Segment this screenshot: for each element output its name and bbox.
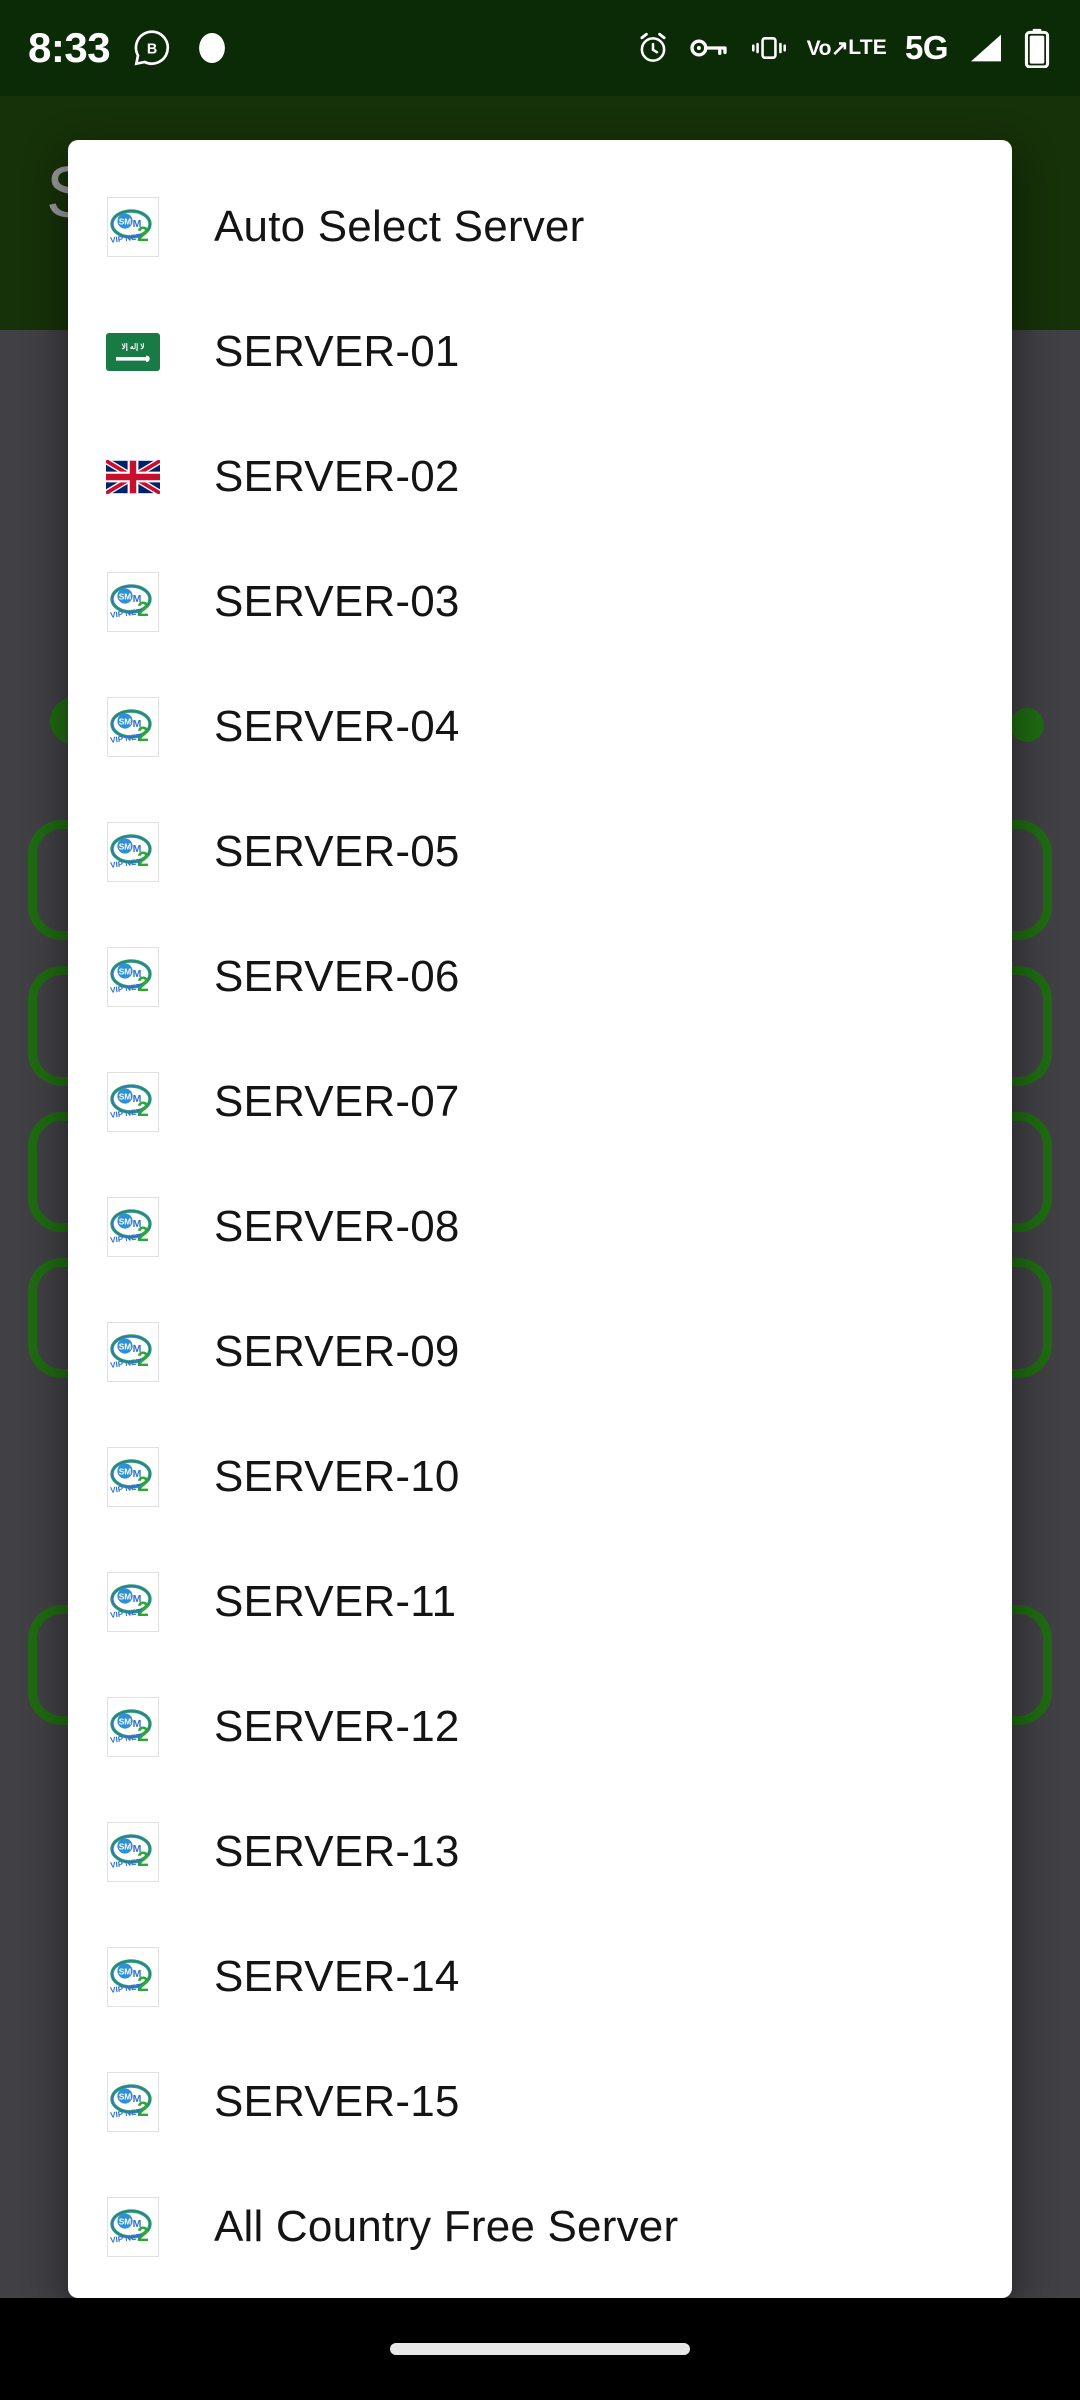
server-list-item-label: SERVER-02 [214,451,460,501]
status-bar-right: Vo↗ LTE 5G [635,28,1050,68]
phone-screen: S 8:33 B [0,0,1080,2400]
server-list-item-label: SERVER-10 [214,1451,460,1501]
volte-line-1: Vo [806,36,832,60]
server-list-item[interactable]: All Country Free Server [68,2164,1012,2289]
saudi-arabia-flag-icon [106,321,160,383]
server-list-item[interactable]: SERVER-06 [68,914,1012,1039]
signal-bars-icon [966,31,1006,65]
sm-vip-net-logo-icon [106,1696,160,1758]
sm-vip-net-logo-icon [106,696,160,758]
server-list-item[interactable]: SERVER-03 [68,539,1012,664]
server-list-item-label: SERVER-14 [214,1951,460,2001]
sm-vip-net-logo-icon [106,946,160,1008]
volte-line-2: LTE [848,36,887,59]
server-list-item-label: SERVER-04 [214,701,460,751]
svg-text:B: B [147,42,157,58]
sm-vip-net-logo-icon [106,821,160,883]
home-gesture-pill[interactable] [390,2343,690,2355]
server-list-item-label: SERVER-13 [214,1826,460,1876]
server-list-item-label: SERVER-09 [214,1326,460,1376]
network-5g-icon: 5G [904,29,949,66]
server-list-item-label: SERVER-12 [214,1701,460,1751]
sm-vip-net-logo-icon [106,2196,160,2258]
server-list-item[interactable]: SERVER-13 [68,1789,1012,1914]
server-list-item[interactable]: SERVER-02 [68,414,1012,539]
battery-icon [1024,28,1050,68]
server-list-item[interactable]: SERVER-12 [68,1664,1012,1789]
sm-vip-net-logo-icon [106,1321,160,1383]
server-list-item-label: SERVER-11 [214,1576,457,1626]
decoration-dot [1010,708,1044,742]
server-list-item[interactable]: SERVER-08 [68,1164,1012,1289]
sm-vip-net-logo-icon [106,1071,160,1133]
sm-vip-net-logo-icon [106,571,160,633]
volte-icon: Vo↗ LTE [806,36,887,60]
server-list-item[interactable]: SERVER-01 [68,289,1012,414]
server-list-item[interactable]: SERVER-14 [68,1914,1012,2039]
server-list-item[interactable]: SERVER-15 [68,2039,1012,2164]
server-list-item[interactable]: SERVER-05 [68,789,1012,914]
server-list-item-label: SERVER-15 [214,2076,460,2126]
status-bar: 8:33 B Vo↗ LTE 5G [0,0,1080,96]
sm-vip-net-logo-icon [106,1946,160,2008]
sm-vip-net-logo-icon [106,1571,160,1633]
status-bar-left: 8:33 B [28,24,230,72]
united-kingdom-flag-icon [106,446,160,508]
vpn-key-icon [689,33,731,63]
server-list[interactable]: Auto Select Server SERVER-01 SERVER-02 SERV… [68,140,1012,2289]
server-list-item-label: All Country Free Server [214,2201,679,2251]
sm-vip-net-logo-icon [106,196,160,258]
server-list-item-label: SERVER-07 [214,1076,460,1126]
server-select-dialog[interactable]: Auto Select Server SERVER-01 SERVER-02 SERV… [68,140,1012,2298]
sm-vip-net-logo-icon [106,1821,160,1883]
server-list-item-label: Auto Select Server [214,201,585,251]
server-list-item-label: SERVER-03 [214,576,460,626]
notification-dot-icon [194,28,230,68]
alarm-icon [635,30,671,66]
server-list-item[interactable]: SERVER-07 [68,1039,1012,1164]
server-list-item[interactable]: SERVER-11 [68,1539,1012,1664]
sm-vip-net-logo-icon [106,2071,160,2133]
server-list-item[interactable]: Auto Select Server [68,164,1012,289]
status-bar-clock: 8:33 [28,24,111,71]
vibrate-icon [749,33,789,63]
server-list-item-label: SERVER-01 [214,326,460,376]
server-list-item-label: SERVER-08 [214,1201,460,1251]
server-list-item[interactable]: SERVER-09 [68,1289,1012,1414]
server-list-item[interactable]: SERVER-10 [68,1414,1012,1539]
server-list-item-label: SERVER-06 [214,951,460,1001]
sm-vip-net-logo-icon [106,1196,160,1258]
server-list-item-label: SERVER-05 [214,826,460,876]
sm-vip-net-logo-icon [106,1446,160,1508]
system-navigation-bar [0,2298,1080,2400]
server-list-item[interactable]: SERVER-04 [68,664,1012,789]
whatsapp-business-icon: B [132,28,172,68]
